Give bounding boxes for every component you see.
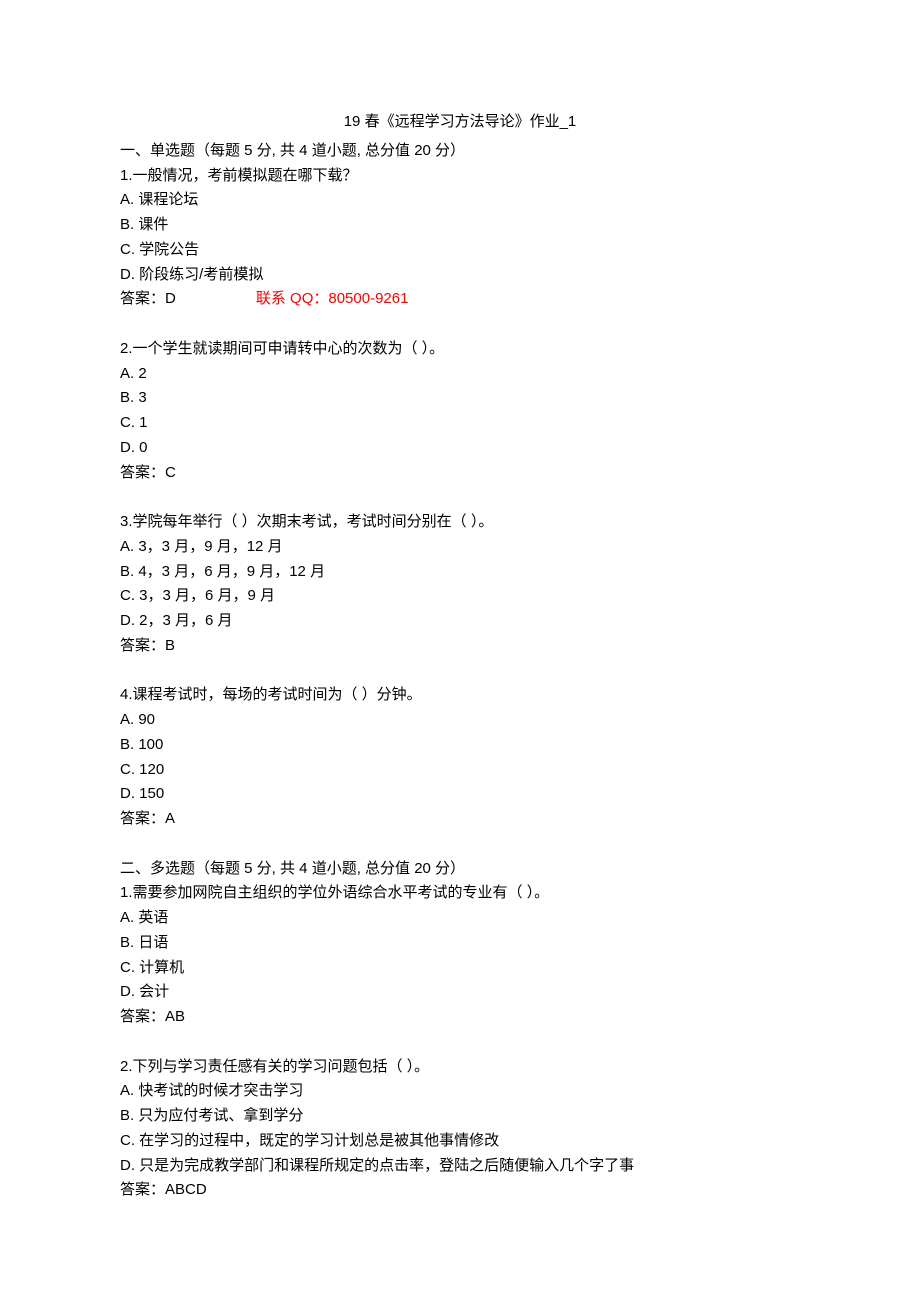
section-header: 二、多选题（每题 5 分, 共 4 道小题, 总分值 20 分）: [120, 857, 800, 882]
answer-line: 答案：ABCD: [120, 1178, 800, 1203]
question-option: A. 2: [120, 362, 800, 387]
question-option: C. 120: [120, 758, 800, 783]
question-stem: 4.课程考试时，每场的考试时间为（ ）分钟。: [120, 683, 800, 708]
question-option: D. 会计: [120, 980, 800, 1005]
answer-value: A: [165, 807, 175, 832]
spacer: [120, 1030, 800, 1055]
question-option: C. 学院公告: [120, 238, 800, 263]
answer-line: 答案：C: [120, 461, 800, 486]
question-option: A. 英语: [120, 906, 800, 931]
question-option: A. 3，3 月，9 月，12 月: [120, 535, 800, 560]
answer-label: 答案：: [120, 1005, 165, 1030]
question-option: A. 90: [120, 708, 800, 733]
question-option: B. 100: [120, 733, 800, 758]
answer-line: 答案：A: [120, 807, 800, 832]
question-option: C. 1: [120, 411, 800, 436]
question-stem: 1.一般情况，考前模拟题在哪下载？: [120, 164, 800, 189]
answer-value: C: [165, 461, 176, 486]
answer-line: 答案：AB: [120, 1005, 800, 1030]
answer-value: B: [165, 634, 175, 659]
question-option: C. 在学习的过程中，既定的学习计划总是被其他事情修改: [120, 1129, 800, 1154]
question-stem: 1.需要参加网院自主组织的学位外语综合水平考试的专业有（ ）。: [120, 881, 800, 906]
question-option: C. 计算机: [120, 956, 800, 981]
answer-line: 答案：D 联系 QQ：80500-9261: [120, 287, 800, 312]
question-option: B. 日语: [120, 931, 800, 956]
answer-value: AB: [165, 1005, 185, 1030]
question-option: D. 150: [120, 782, 800, 807]
answer-label: 答案：: [120, 461, 165, 486]
question-stem: 2.一个学生就读期间可申请转中心的次数为（ ）。: [120, 337, 800, 362]
contact-text: 联系 QQ：80500-9261: [256, 287, 409, 312]
question-option: D. 阶段练习/考前模拟: [120, 263, 800, 288]
question-option: A. 课程论坛: [120, 188, 800, 213]
answer-label: 答案：: [120, 807, 165, 832]
answer-line: 答案：B: [120, 634, 800, 659]
question-option: D. 只是为完成教学部门和课程所规定的点击率，登陆之后随便输入几个字了事: [120, 1154, 800, 1179]
spacer: [120, 832, 800, 857]
question-stem: 2.下列与学习责任感有关的学习问题包括（ ）。: [120, 1055, 800, 1080]
spacer: [120, 659, 800, 684]
answer-value: D: [165, 287, 176, 312]
question-option: C. 3，3 月，6 月，9 月: [120, 584, 800, 609]
question-option: B. 3: [120, 386, 800, 411]
question-option: B. 4，3 月，6 月，9 月，12 月: [120, 560, 800, 585]
section-header: 一、单选题（每题 5 分, 共 4 道小题, 总分值 20 分）: [120, 139, 800, 164]
answer-label: 答案：: [120, 1178, 165, 1203]
spacer: [120, 312, 800, 337]
question-option: A. 快考试的时候才突击学习: [120, 1079, 800, 1104]
question-option: B. 课件: [120, 213, 800, 238]
answer-label: 答案：: [120, 287, 165, 312]
spacer: [120, 485, 800, 510]
question-option: B. 只为应付考试、拿到学分: [120, 1104, 800, 1129]
answer-label: 答案：: [120, 634, 165, 659]
question-option: D. 0: [120, 436, 800, 461]
question-option: D. 2，3 月，6 月: [120, 609, 800, 634]
answer-value: ABCD: [165, 1178, 207, 1203]
question-stem: 3.学院每年举行（ ）次期末考试，考试时间分别在（ ）。: [120, 510, 800, 535]
document-title: 19 春《远程学习方法导论》作业_1: [120, 110, 800, 135]
